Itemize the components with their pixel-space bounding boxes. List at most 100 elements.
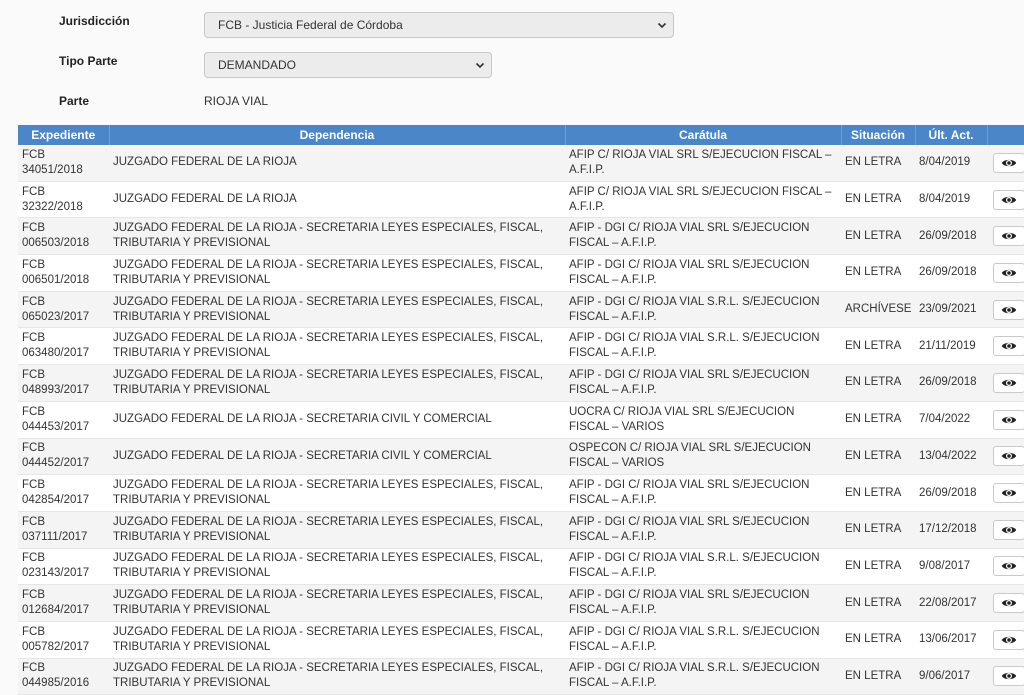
- ult-act-cell: 21/11/2019: [915, 327, 987, 366]
- eye-icon: [1001, 453, 1017, 460]
- table-row: FCB 012684/2017 JUZGADO FEDERAL DE LA RIOJ…: [18, 584, 1024, 622]
- table-row: FCB 34051/2018 JUZGADO FEDERAL DE LA RIOJA…: [18, 145, 1024, 182]
- ult-act-cell: 8/04/2019: [915, 145, 987, 182]
- eye-icon: [1001, 233, 1017, 240]
- expediente-cell[interactable]: FCB 044452/2017: [18, 438, 109, 476]
- view-button[interactable]: [993, 556, 1024, 577]
- expediente-number: 042854/2017: [22, 494, 90, 507]
- eye-icon: [1001, 196, 1017, 203]
- eye-icon: [1001, 599, 1017, 607]
- expediente-number: 044453/2017: [22, 420, 90, 433]
- eye-icon: [1001, 636, 1017, 643]
- dependencia-cell: JUZGADO FEDERAL DE LA RIOJA: [109, 181, 565, 219]
- table-row: FCB 32322/2018 JUZGADO FEDERAL DE LA RIOJA…: [18, 181, 1024, 219]
- situacion-cell: EN LETRA: [841, 254, 915, 292]
- situacion-cell: ARCHÍVESE: [841, 291, 915, 329]
- situacion-cell: EN LETRA: [841, 584, 915, 622]
- header-caratula[interactable]: Carátula: [565, 125, 842, 145]
- expediente-cell[interactable]: FCB 32322/2018: [18, 181, 109, 219]
- expediente-cell[interactable]: FCB 063480/2017: [18, 327, 109, 366]
- header-actions: [987, 125, 1024, 145]
- view-button[interactable]: [993, 299, 1024, 320]
- actions-cell: [987, 511, 1024, 549]
- view-button[interactable]: [993, 372, 1024, 393]
- ult-act-cell: 26/09/2018: [915, 217, 987, 256]
- view-button[interactable]: [993, 483, 1024, 504]
- dependencia-cell: JUZGADO FEDERAL DE LA RIOJA - SECRETARIA…: [109, 254, 565, 292]
- table-row: FCB 006501/2018 JUZGADO FEDERAL DE LA RIOJ…: [18, 254, 1024, 292]
- view-button[interactable]: [993, 446, 1024, 467]
- header-ult-act[interactable]: Últ. Act.: [915, 125, 988, 145]
- jurisdiccion-select[interactable]: FCB - Justicia Federal de Córdoba: [204, 12, 674, 38]
- view-button[interactable]: [993, 519, 1024, 540]
- tipo-parte-select[interactable]: DEMANDADO: [204, 52, 492, 78]
- jurisdiccion-selected-value: FCB - Justicia Federal de Córdoba: [218, 18, 403, 32]
- header-dependencia[interactable]: Dependencia: [109, 125, 566, 145]
- actions-cell: [987, 401, 1024, 439]
- expedientes-table: Expediente Dependencia Carátula Situació…: [18, 125, 1024, 695]
- expediente-number: 012684/2017: [22, 604, 90, 617]
- ult-act-cell: 26/09/2018: [915, 364, 987, 402]
- expediente-cell[interactable]: FCB 006503/2018: [18, 217, 109, 256]
- view-button[interactable]: [993, 666, 1024, 687]
- expediente-prefix: FCB: [22, 625, 45, 638]
- expediente-number: 063480/2017: [22, 347, 90, 360]
- header-expediente[interactable]: Expediente: [18, 125, 110, 145]
- situacion-cell: EN LETRA: [841, 474, 915, 512]
- ult-act-cell: 9/06/2017: [915, 658, 987, 695]
- dependencia-cell: JUZGADO FEDERAL DE LA RIOJA - SECRETARIA…: [109, 658, 565, 695]
- expediente-cell[interactable]: FCB 037111/2017: [18, 511, 109, 549]
- table-row: FCB 006503/2018 JUZGADO FEDERAL DE LA RIOJ…: [18, 217, 1024, 256]
- expediente-number: 044452/2017: [22, 457, 90, 470]
- actions-cell: [987, 548, 1024, 586]
- view-button[interactable]: [993, 629, 1024, 650]
- expediente-prefix: FCB: [22, 479, 45, 492]
- expediente-cell[interactable]: FCB 042854/2017: [18, 474, 109, 512]
- actions-cell: [987, 254, 1024, 292]
- expediente-cell[interactable]: FCB 065023/2017: [18, 291, 109, 329]
- view-button[interactable]: [993, 262, 1024, 283]
- actions-cell: [987, 584, 1024, 622]
- caratula-cell: AFIP - DGI C/ RIOJA VIAL SRL S/EJECUCION…: [565, 364, 841, 402]
- table-header-row: Expediente Dependencia Carátula Situació…: [18, 125, 1024, 145]
- expediente-cell[interactable]: FCB 044453/2017: [18, 401, 109, 439]
- table-row: FCB 037111/2017 JUZGADO FEDERAL DE LA RIOJ…: [18, 511, 1024, 549]
- expediente-cell[interactable]: FCB 023143/2017: [18, 548, 109, 586]
- chevron-down-icon: [657, 22, 667, 29]
- expediente-cell[interactable]: FCB 044985/2016: [18, 658, 109, 695]
- dependencia-cell: JUZGADO FEDERAL DE LA RIOJA - SECRETARIA…: [109, 401, 565, 439]
- view-button[interactable]: [993, 189, 1024, 210]
- view-button[interactable]: [993, 226, 1024, 247]
- ult-act-cell: 22/08/2017: [915, 584, 987, 622]
- table-row: FCB 044453/2017 JUZGADO FEDERAL DE LA RIOJ…: [18, 401, 1024, 439]
- situacion-cell: EN LETRA: [841, 327, 915, 366]
- expediente-prefix: FCB: [22, 185, 45, 198]
- table-row: FCB 023143/2017 JUZGADO FEDERAL DE LA RIOJ…: [18, 548, 1024, 586]
- expediente-prefix: FCB: [22, 589, 45, 602]
- eye-icon: [1001, 563, 1017, 570]
- actions-cell: [987, 217, 1024, 256]
- expediente-cell[interactable]: FCB 005782/2017: [18, 621, 109, 659]
- view-button[interactable]: [993, 336, 1024, 357]
- table-row: FCB 042854/2017 JUZGADO FEDERAL DE LA RIOJ…: [18, 474, 1024, 512]
- table-row: FCB 063480/2017 JUZGADO FEDERAL DE LA RIOJ…: [18, 327, 1024, 366]
- eye-icon: [1001, 379, 1017, 387]
- ult-act-cell: 13/04/2022: [915, 438, 987, 476]
- expediente-cell[interactable]: FCB 006501/2018: [18, 254, 109, 292]
- dependencia-cell: JUZGADO FEDERAL DE LA RIOJA - SECRETARIA…: [109, 291, 565, 329]
- header-situacion[interactable]: Situación: [841, 125, 916, 145]
- caratula-cell: AFIP - DGI C/ RIOJA VIAL SRL S/EJECUCION…: [565, 254, 841, 292]
- dependencia-cell: JUZGADO FEDERAL DE LA RIOJA - SECRETARIA…: [109, 217, 565, 256]
- expediente-prefix: FCB: [22, 295, 45, 308]
- view-button[interactable]: [993, 409, 1024, 430]
- situacion-cell: EN LETRA: [841, 438, 915, 476]
- eye-icon: [1001, 673, 1017, 680]
- view-button[interactable]: [993, 152, 1024, 173]
- caratula-cell: AFIP - DGI C/ RIOJA VIAL S.R.L. S/EJECUC…: [565, 621, 841, 659]
- expediente-cell[interactable]: FCB 048993/2017: [18, 364, 109, 402]
- ult-act-cell: 7/04/2022: [915, 401, 987, 439]
- view-button[interactable]: [993, 593, 1024, 614]
- expediente-cell[interactable]: FCB 34051/2018: [18, 145, 109, 182]
- expediente-prefix: FCB: [22, 332, 45, 345]
- expediente-cell[interactable]: FCB 012684/2017: [18, 584, 109, 622]
